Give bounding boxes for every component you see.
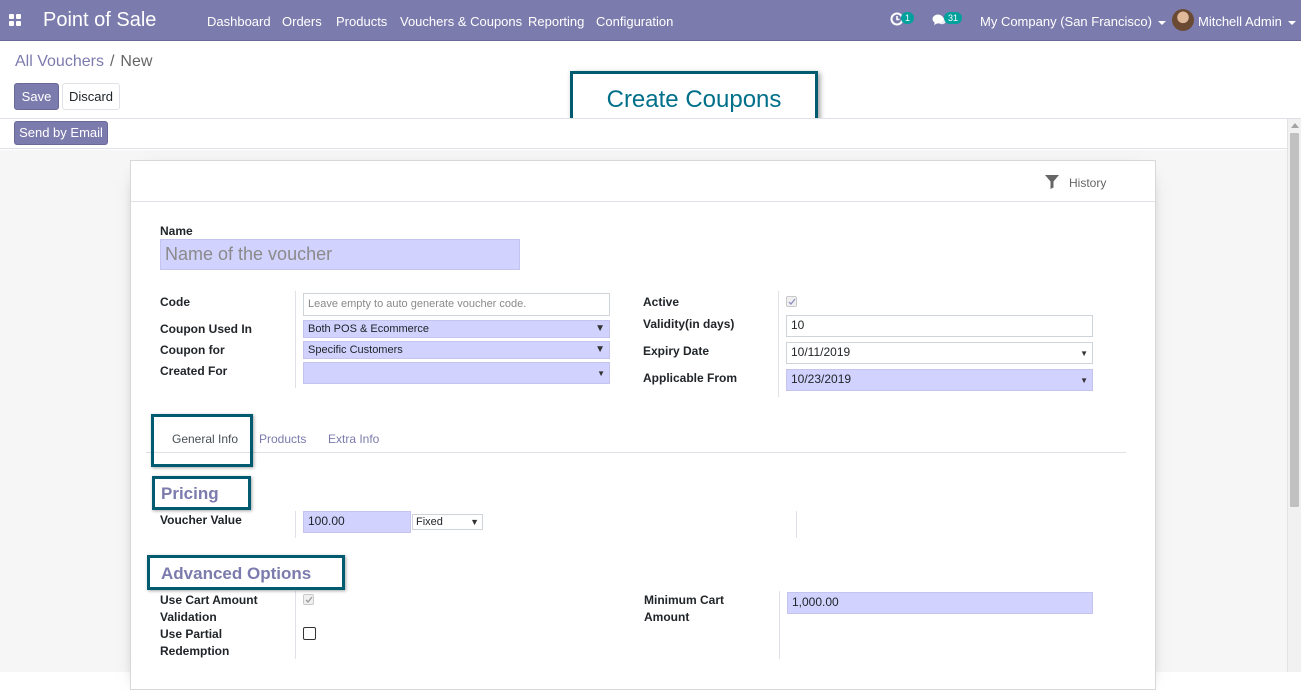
code-placeholder: Leave empty to auto generate voucher cod… <box>308 298 527 310</box>
right-group-divider <box>778 291 779 397</box>
coupon-used-in-value: Both POS & Ecommerce <box>308 323 430 335</box>
applicable-from-label: Applicable From <box>643 371 738 385</box>
active-checkbox[interactable] <box>786 296 797 307</box>
applicable-from-input[interactable]: 10/23/2019 ▼ <box>786 369 1093 391</box>
cart-validation-checkbox[interactable] <box>303 594 314 605</box>
select-arrow-icon: ▼ <box>470 517 479 527</box>
checkmark-icon <box>788 298 796 305</box>
caret-down-icon: ▼ <box>1080 376 1088 385</box>
tab-products[interactable]: Products <box>259 432 306 446</box>
pricing-right-divider <box>796 511 797 538</box>
coupon-used-in-select[interactable]: Both POS & Ecommerce ▼ <box>303 320 610 338</box>
messages-badge: 31 <box>944 12 963 24</box>
min-cart-amount-input[interactable]: 1,000.00 <box>787 592 1093 614</box>
company-name: My Company (San Francisco) <box>980 14 1152 29</box>
caret-down-icon: ▼ <box>597 369 605 378</box>
min-cart-amount-value: 1,000.00 <box>792 595 839 609</box>
company-switcher[interactable]: My Company (San Francisco) <box>980 14 1166 29</box>
form-statusbar: Send by Email <box>0 119 1287 149</box>
send-by-email-button[interactable]: Send by Email <box>14 121 108 145</box>
breadcrumb-parent[interactable]: All Vouchers <box>15 53 104 70</box>
breadcrumb-current: New <box>120 53 153 70</box>
caret-down-icon <box>1287 20 1296 25</box>
caret-down-icon: ▼ <box>1080 349 1088 358</box>
menu-reporting[interactable]: Reporting <box>528 14 584 29</box>
menu-products[interactable]: Products <box>336 14 387 29</box>
voucher-name-input[interactable]: Name of the voucher <box>160 239 520 270</box>
created-for-label: Created For <box>160 364 228 378</box>
expiry-date-input[interactable]: 10/11/2019 ▼ <box>786 342 1093 364</box>
min-cart-label-line1: Minimum Cart <box>644 593 725 607</box>
breadcrumb: All Vouchers / New <box>15 53 152 71</box>
voucher-value: 100.00 <box>308 514 345 528</box>
pricing-divider <box>295 511 296 538</box>
created-for-many2one[interactable]: ▼ <box>303 362 610 384</box>
cart-validation-label-line1: Use Cart Amount <box>160 593 258 607</box>
expiry-date-value: 10/11/2019 <box>791 345 851 359</box>
voucher-type-value: Fixed <box>416 516 443 528</box>
breadcrumb-separator: / <box>109 53 115 70</box>
form-sheet: History Name Name of the voucher Code Co… <box>130 160 1156 690</box>
code-input[interactable]: Leave empty to auto generate voucher cod… <box>303 293 610 316</box>
partial-redemption-checkbox[interactable] <box>303 627 316 640</box>
scroll-up-arrow-icon[interactable] <box>1291 123 1299 128</box>
select-arrow-icon: ▼ <box>595 323 605 334</box>
advanced-options-section-title: Advanced Options <box>161 564 312 583</box>
tab-general-info[interactable]: General Info <box>172 432 238 446</box>
user-avatar[interactable] <box>1172 9 1194 31</box>
app-title: Point of Sale <box>43 9 157 31</box>
scrollbar-thumb[interactable] <box>1290 133 1299 507</box>
select-arrow-icon: ▼ <box>595 344 605 355</box>
expiry-date-label: Expiry Date <box>643 344 710 358</box>
menu-configuration[interactable]: Configuration <box>596 14 673 29</box>
min-cart-label-line2: Amount <box>644 610 690 624</box>
discard-button[interactable]: Discard <box>62 83 120 110</box>
voucher-value-input[interactable]: 100.00 <box>303 511 411 533</box>
active-label: Active <box>643 295 680 309</box>
vertical-scrollbar[interactable] <box>1287 119 1301 672</box>
voucher-type-select[interactable]: Fixed ▼ <box>412 514 483 530</box>
menu-orders[interactable]: Orders <box>282 14 322 29</box>
validity-label: Validity(in days) <box>643 317 735 331</box>
coupon-for-value: Specific Customers <box>308 344 403 356</box>
coupon-for-select[interactable]: Specific Customers ▼ <box>303 341 610 359</box>
main-navbar: Point of Sale Dashboard Orders Products … <box>0 0 1301 41</box>
coupon-for-label: Coupon for <box>160 343 225 357</box>
partial-redemption-label-line1: Use Partial <box>160 627 223 641</box>
applicable-from-value: 10/23/2019 <box>791 372 852 386</box>
advanced-left-divider <box>295 591 296 659</box>
validity-days-value: 10 <box>791 318 805 332</box>
filter-funnel-icon[interactable] <box>1044 174 1060 193</box>
sheet-header: History <box>131 161 1155 202</box>
cart-validation-label-line2: Validation <box>160 610 217 624</box>
left-group-divider <box>295 291 296 388</box>
tabs-baseline <box>146 452 1126 453</box>
menu-dashboard[interactable]: Dashboard <box>207 14 271 29</box>
history-button[interactable]: History <box>1069 176 1106 190</box>
coupon-used-in-label: Coupon Used In <box>160 322 252 336</box>
pricing-section-title: Pricing <box>161 484 219 503</box>
user-menu[interactable]: Mitchell Admin <box>1198 14 1296 29</box>
menu-vouchers-coupons[interactable]: Vouchers & Coupons <box>400 14 522 29</box>
tab-extra-info[interactable]: Extra Info <box>328 432 379 446</box>
partial-redemption-label-line2: Redemption <box>160 644 230 658</box>
user-name: Mitchell Admin <box>1198 14 1282 29</box>
voucher-value-label: Voucher Value <box>160 513 242 527</box>
code-label: Code <box>160 295 190 309</box>
validity-days-input[interactable]: 10 <box>786 315 1093 337</box>
checkmark-icon <box>305 596 313 603</box>
caret-down-icon <box>1157 20 1166 25</box>
save-button[interactable]: Save <box>14 83 59 110</box>
name-label: Name <box>160 224 193 238</box>
voucher-name-placeholder: Name of the voucher <box>165 244 333 264</box>
advanced-right-divider <box>779 591 780 659</box>
apps-grid-icon[interactable] <box>9 14 21 26</box>
activity-badge: 1 <box>901 12 915 24</box>
